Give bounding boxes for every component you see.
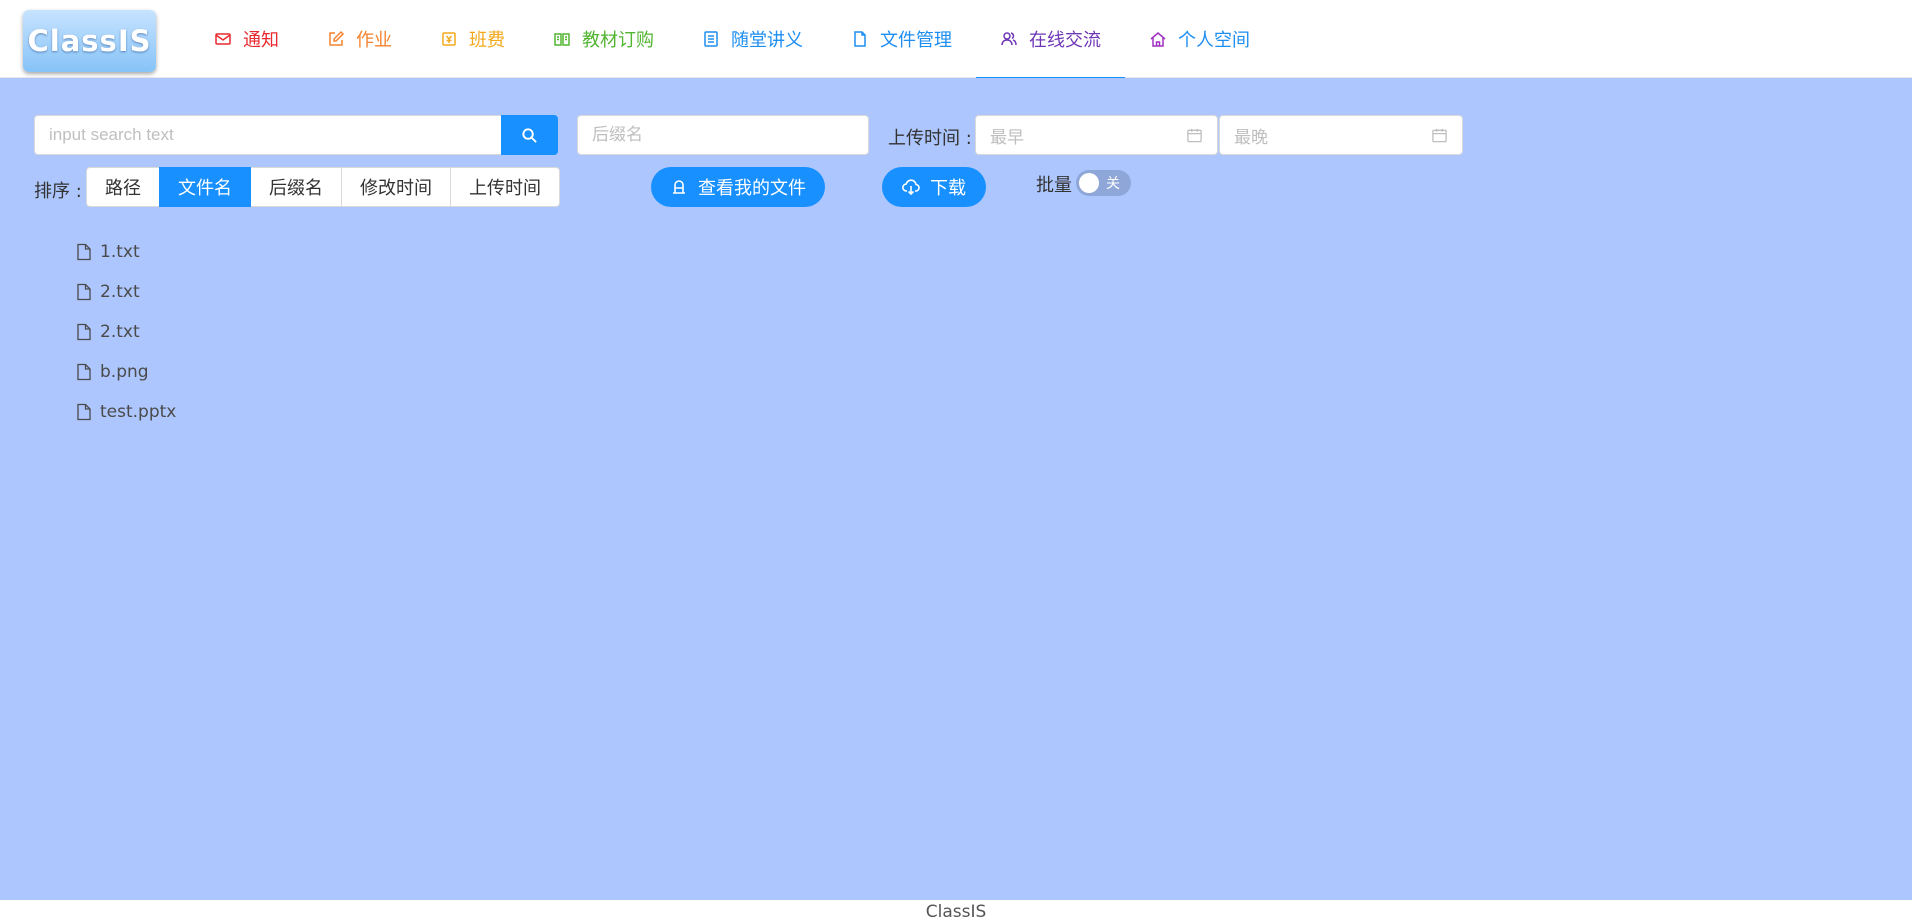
mail-icon	[215, 33, 231, 45]
batch-toggle-text: 关	[1106, 176, 1120, 192]
nav-item-chat[interactable]: 在线交流	[976, 0, 1125, 79]
nav-item-handout[interactable]: 随堂讲义	[678, 0, 827, 78]
nav-label-chat: 在线交流	[1029, 30, 1101, 51]
nav-item-textbook[interactable]: 教材订购	[529, 0, 678, 78]
file-item[interactable]: test.pptx	[76, 392, 176, 432]
logo-text: ClassIS	[27, 24, 152, 58]
file-icon	[77, 243, 91, 261]
nav-label-profile: 个人空间	[1178, 30, 1250, 51]
suffix-input[interactable]	[577, 115, 869, 155]
home-icon	[1150, 32, 1166, 47]
book-icon	[554, 33, 570, 46]
sort-option-filename[interactable]: 文件名	[159, 167, 251, 207]
toggle-knob	[1079, 173, 1099, 193]
date-earliest-placeholder: 最早	[990, 127, 1024, 148]
file-icon	[77, 283, 91, 301]
nav-label-textbook: 教材订购	[582, 30, 654, 51]
date-latest-placeholder: 最晚	[1234, 127, 1268, 148]
file-name: b.png	[100, 362, 149, 382]
view-my-files-button[interactable]: 查看我的文件	[651, 167, 825, 207]
file-icon	[77, 323, 91, 341]
nav-item-homework[interactable]: 作业	[303, 0, 416, 78]
nav-item-profile[interactable]: 个人空间	[1125, 0, 1274, 78]
nav-label-handout: 随堂讲义	[731, 30, 803, 51]
file-name: test.pptx	[100, 402, 177, 422]
user-icon	[673, 180, 685, 194]
search-button[interactable]	[501, 115, 558, 155]
sort-option-upload-time[interactable]: 上传时间	[450, 167, 560, 207]
view-my-files-label: 查看我的文件	[698, 178, 806, 199]
batch-label: 批量	[1036, 175, 1072, 196]
file-name: 2.txt	[100, 322, 140, 342]
date-latest-picker[interactable]: 最晚	[1219, 115, 1463, 155]
file-icon	[77, 363, 91, 381]
batch-toggle[interactable]: 关	[1076, 170, 1131, 196]
download-label: 下载	[930, 178, 966, 199]
footer-text: ClassIS	[925, 902, 987, 922]
edit-icon	[329, 30, 345, 46]
file-icon	[77, 403, 91, 421]
nav-item-files[interactable]: 文件管理	[827, 0, 976, 78]
top-header: ClassIS 通知 作业 班费 教材订购 随堂讲义 文件管理 在线交流 个人空…	[0, 0, 1912, 79]
nav-label-fees: 班费	[469, 30, 505, 51]
calendar-icon	[1187, 128, 1202, 142]
file-list: 1.txt 2.txt 2.txt b.png test.pptx	[76, 232, 176, 432]
file-name: 2.txt	[100, 282, 140, 302]
team-icon	[1001, 32, 1017, 46]
upload-time-label: 上传时间 :	[888, 128, 972, 149]
sort-label: 排序 :	[34, 181, 82, 202]
footer: ClassIS	[0, 900, 1912, 924]
file-item[interactable]: b.png	[76, 352, 176, 392]
nav-label-files: 文件管理	[880, 30, 952, 51]
file-item[interactable]: 2.txt	[76, 312, 176, 352]
sort-option-suffix[interactable]: 后缀名	[250, 167, 342, 207]
sort-option-path[interactable]: 路径	[86, 167, 160, 207]
search-icon	[522, 127, 537, 143]
calendar-icon	[1432, 128, 1447, 142]
sort-option-modified-time[interactable]: 修改时间	[341, 167, 451, 207]
sort-options: 路径 文件名 后缀名 修改时间 上传时间	[86, 167, 560, 207]
nav-item-fees[interactable]: 班费	[416, 0, 529, 78]
list-icon	[704, 31, 718, 47]
main-nav: 通知 作业 班费 教材订购 随堂讲义 文件管理 在线交流 个人空间	[190, 0, 1274, 79]
download-button[interactable]: 下载	[882, 167, 986, 207]
cloud-download-icon	[902, 179, 920, 196]
main-content: 上传时间 : 最早 最晚 排序 : 路径 文件名 后缀名 修改时间 上传时间 查…	[0, 78, 1912, 900]
classis-logo[interactable]: ClassIS	[23, 10, 156, 72]
money-icon	[442, 32, 456, 46]
nav-label-homework: 作业	[356, 30, 392, 51]
date-earliest-picker[interactable]: 最早	[975, 115, 1218, 155]
search-input[interactable]	[34, 115, 501, 155]
file-name: 1.txt	[100, 242, 140, 262]
nav-item-notice[interactable]: 通知	[190, 0, 303, 78]
nav-label-notice: 通知	[243, 30, 279, 51]
file-item[interactable]: 1.txt	[76, 232, 176, 272]
file-icon	[854, 31, 866, 47]
file-item[interactable]: 2.txt	[76, 272, 176, 312]
search-group	[34, 115, 558, 155]
